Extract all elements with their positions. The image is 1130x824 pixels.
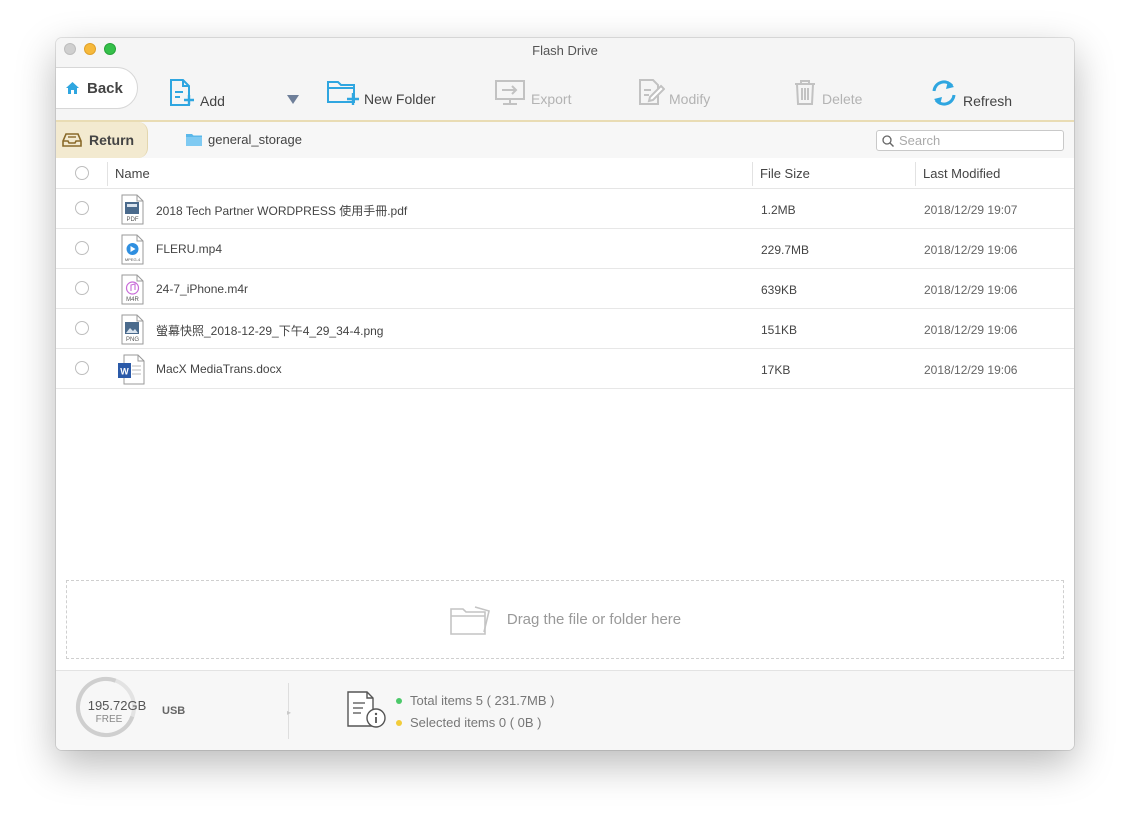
file-size: 639KB xyxy=(761,283,798,297)
file-size: 229.7MB xyxy=(761,243,810,257)
return-label: Return xyxy=(89,132,135,148)
file-size: 151KB xyxy=(761,323,798,337)
image-file-icon: PNG xyxy=(121,314,144,345)
back-button[interactable]: Back xyxy=(56,67,138,109)
row-checkbox[interactable] xyxy=(75,321,89,335)
path-bar: Return general_storage xyxy=(56,122,1074,158)
folder-icon xyxy=(186,134,202,146)
add-file-icon xyxy=(170,79,194,106)
new-folder-button[interactable]: New Folder xyxy=(326,78,436,107)
add-label: Add xyxy=(200,93,225,109)
column-divider xyxy=(915,162,916,186)
export-icon xyxy=(495,80,525,105)
file-badge: MPEG-4 xyxy=(125,257,141,262)
column-header-size[interactable]: File Size xyxy=(760,166,810,181)
inbox-icon xyxy=(62,133,82,147)
column-header-name[interactable]: Name xyxy=(115,166,150,181)
file-badge: PNG xyxy=(126,337,139,343)
row-checkbox[interactable] xyxy=(75,281,89,295)
drop-zone-text: Drag the file or folder here xyxy=(506,611,682,628)
file-info-icon xyxy=(347,691,386,728)
ringtone-file-icon: M4R xyxy=(121,274,144,305)
file-size: 17KB xyxy=(761,363,791,377)
select-all-checkbox[interactable] xyxy=(75,166,89,180)
trash-icon xyxy=(795,80,815,105)
current-folder-name: general_storage xyxy=(208,132,302,147)
free-label: FREE xyxy=(95,714,123,725)
file-modified: 2018/12/29 19:06 xyxy=(924,283,1018,297)
total-items-stat: Total items 5 ( 231.7MB ) xyxy=(396,693,555,708)
row-checkbox[interactable] xyxy=(75,241,89,255)
selected-items-stat: Selected items 0 ( 0B ) xyxy=(396,715,542,730)
table-row[interactable]: PNG 螢幕快照_2018-12-29_下午4_29_34-4.png 151K… xyxy=(56,309,1074,349)
file-name: 24-7_iPhone.m4r xyxy=(156,282,249,296)
column-divider xyxy=(752,162,753,186)
total-dot xyxy=(396,697,402,704)
file-modified: 2018/12/29 19:06 xyxy=(924,243,1018,257)
table-row[interactable]: PDF 2018 Tech Partner WORDPRESS 使用手冊.pdf… xyxy=(56,189,1074,229)
search-box[interactable] xyxy=(876,130,1064,151)
window-title: Flash Drive xyxy=(532,43,598,58)
refresh-icon xyxy=(932,80,956,106)
file-name: FLERU.mp4 xyxy=(156,242,223,256)
refresh-button[interactable]: Refresh xyxy=(929,78,1013,109)
selected-dot xyxy=(396,719,402,726)
delete-button[interactable]: Delete xyxy=(792,78,863,107)
table-row[interactable]: W MacX MediaTrans.docx 17KB 2018/12/29 1… xyxy=(56,349,1074,389)
new-folder-label: New Folder xyxy=(364,91,436,107)
search-input[interactable] xyxy=(899,133,1059,148)
back-label: Back xyxy=(87,79,123,97)
file-badge: W xyxy=(120,367,129,377)
device-type: USB xyxy=(162,705,186,717)
refresh-label: Refresh xyxy=(963,93,1013,109)
drop-zone[interactable]: Drag the file or folder here xyxy=(66,580,1064,659)
file-size: 1.2MB xyxy=(761,203,796,217)
app-window: Flash Drive Back Add New Folder Export M… xyxy=(56,38,1074,750)
modify-button[interactable]: Modify xyxy=(637,78,711,107)
file-name: 2018 Tech Partner WORDPRESS 使用手冊.pdf xyxy=(156,204,408,218)
selected-items-text: Selected items 0 ( 0B ) xyxy=(410,715,542,730)
home-icon xyxy=(66,82,79,94)
new-folder-icon xyxy=(327,81,359,105)
export-button[interactable]: Export xyxy=(493,78,572,107)
export-label: Export xyxy=(531,91,572,107)
file-modified: 2018/12/29 19:06 xyxy=(924,363,1018,377)
search-icon xyxy=(882,134,894,147)
toolbar: Flash Drive Back Add New Folder Export M… xyxy=(56,38,1074,122)
table-header: Name File Size Last Modified xyxy=(56,158,1074,189)
file-modified: 2018/12/29 19:06 xyxy=(924,323,1018,337)
row-checkbox[interactable] xyxy=(75,201,89,215)
breadcrumb[interactable]: general_storage xyxy=(186,132,302,147)
table-row[interactable]: MPEG-4 FLERU.mp4 229.7MB 2018/12/29 19:0… xyxy=(56,229,1074,269)
delete-label: Delete xyxy=(822,91,863,107)
column-divider xyxy=(107,162,108,186)
edit-icon xyxy=(639,79,665,105)
add-dropdown-arrow-icon[interactable] xyxy=(287,95,299,104)
pdf-file-icon: PDF xyxy=(121,194,144,225)
row-checkbox[interactable] xyxy=(75,361,89,375)
file-modified: 2018/12/29 19:07 xyxy=(924,203,1018,217)
add-button[interactable]: Add xyxy=(168,78,225,109)
total-items-text: Total items 5 ( 231.7MB ) xyxy=(410,693,555,708)
status-footer: 195.72GB FREE USB ▸ Total items 5 ( 231.… xyxy=(56,670,1074,750)
file-badge: M4R xyxy=(126,297,139,303)
return-button[interactable]: Return xyxy=(56,122,148,158)
free-capacity: 195.72GB xyxy=(87,698,147,713)
folder-drop-icon xyxy=(450,605,490,635)
file-name: MacX MediaTrans.docx xyxy=(156,362,282,376)
word-file-icon: W xyxy=(118,354,145,385)
file-badge: PDF xyxy=(127,217,139,223)
column-header-modified[interactable]: Last Modified xyxy=(923,166,1000,181)
video-file-icon: MPEG-4 xyxy=(121,234,144,265)
chevron-right-icon: ▸ xyxy=(287,708,292,717)
table-row[interactable]: M4R 24-7_iPhone.m4r 639KB 2018/12/29 19:… xyxy=(56,269,1074,309)
modify-label: Modify xyxy=(669,91,711,107)
file-name: 螢幕快照_2018-12-29_下午4_29_34-4.png xyxy=(156,324,384,338)
